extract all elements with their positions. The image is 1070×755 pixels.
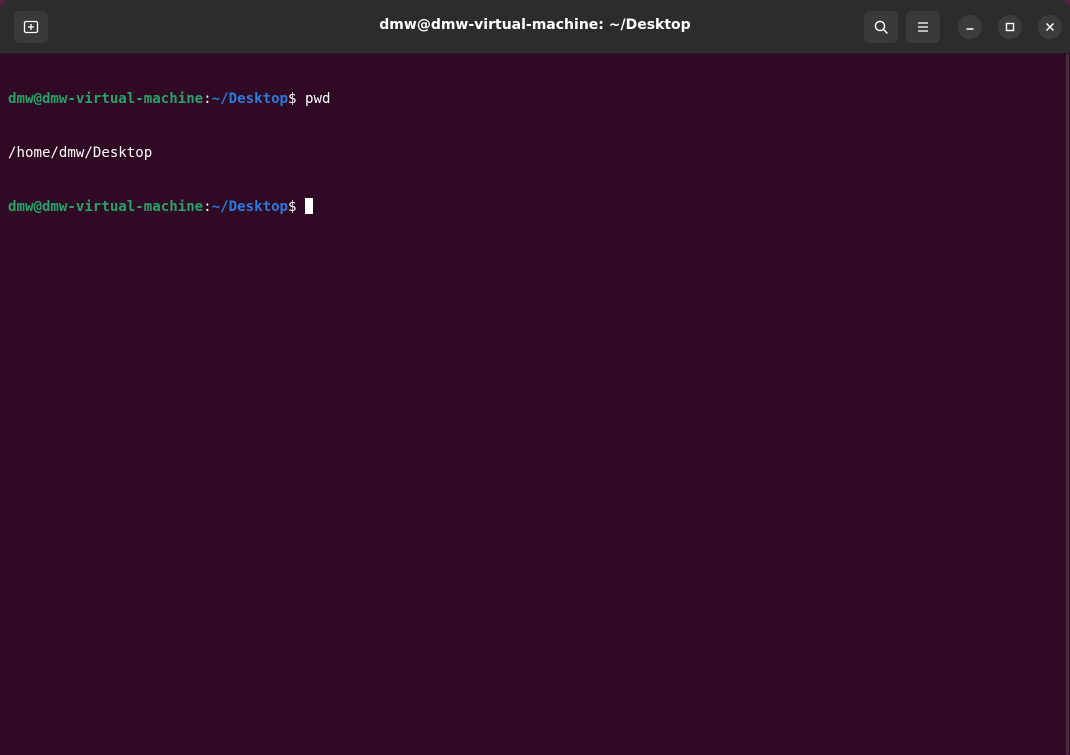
user-host: dmw@dmw-virtual-machine <box>8 199 204 215</box>
close-button[interactable] <box>1038 15 1062 39</box>
current-path: ~/Desktop <box>211 199 289 215</box>
prompt-symbol: $ <box>288 199 306 215</box>
search-icon <box>873 19 889 35</box>
prompt-symbol: $ <box>288 91 306 107</box>
title-bar[interactable]: dmw@dmw-virtual-machine: ~/Desktop <box>0 0 1070 54</box>
search-button[interactable] <box>864 11 898 43</box>
terminal-output[interactable]: dmw@dmw-virtual-machine:~/Desktop$ pwd /… <box>0 54 1064 755</box>
minimize-icon <box>965 22 975 32</box>
command-text: pwd <box>305 91 331 107</box>
command-output: /home/dmw/Desktop <box>8 145 153 161</box>
current-path: ~/Desktop <box>211 91 289 107</box>
maximize-button[interactable] <box>998 15 1022 39</box>
prompt-line: dmw@dmw-virtual-machine:~/Desktop$ <box>8 198 1064 216</box>
menu-button[interactable] <box>906 11 940 43</box>
user-host: dmw@dmw-virtual-machine <box>8 91 204 107</box>
minimize-button[interactable] <box>958 15 982 39</box>
text-cursor <box>305 198 314 214</box>
scrollbar-thumb[interactable] <box>1066 54 1069 755</box>
prompt-line: dmw@dmw-virtual-machine:~/Desktop$ pwd <box>8 90 1064 108</box>
scrollbar[interactable] <box>1064 54 1070 755</box>
close-icon <box>1045 22 1055 32</box>
output-line: /home/dmw/Desktop <box>8 144 1064 162</box>
prompt-colon: : <box>203 199 212 215</box>
hamburger-menu-icon <box>916 20 930 34</box>
prompt-colon: : <box>203 91 212 107</box>
maximize-icon <box>1005 22 1015 32</box>
terminal-window: dmw@dmw-virtual-machine: ~/Desktop dmw@d… <box>0 0 1070 755</box>
